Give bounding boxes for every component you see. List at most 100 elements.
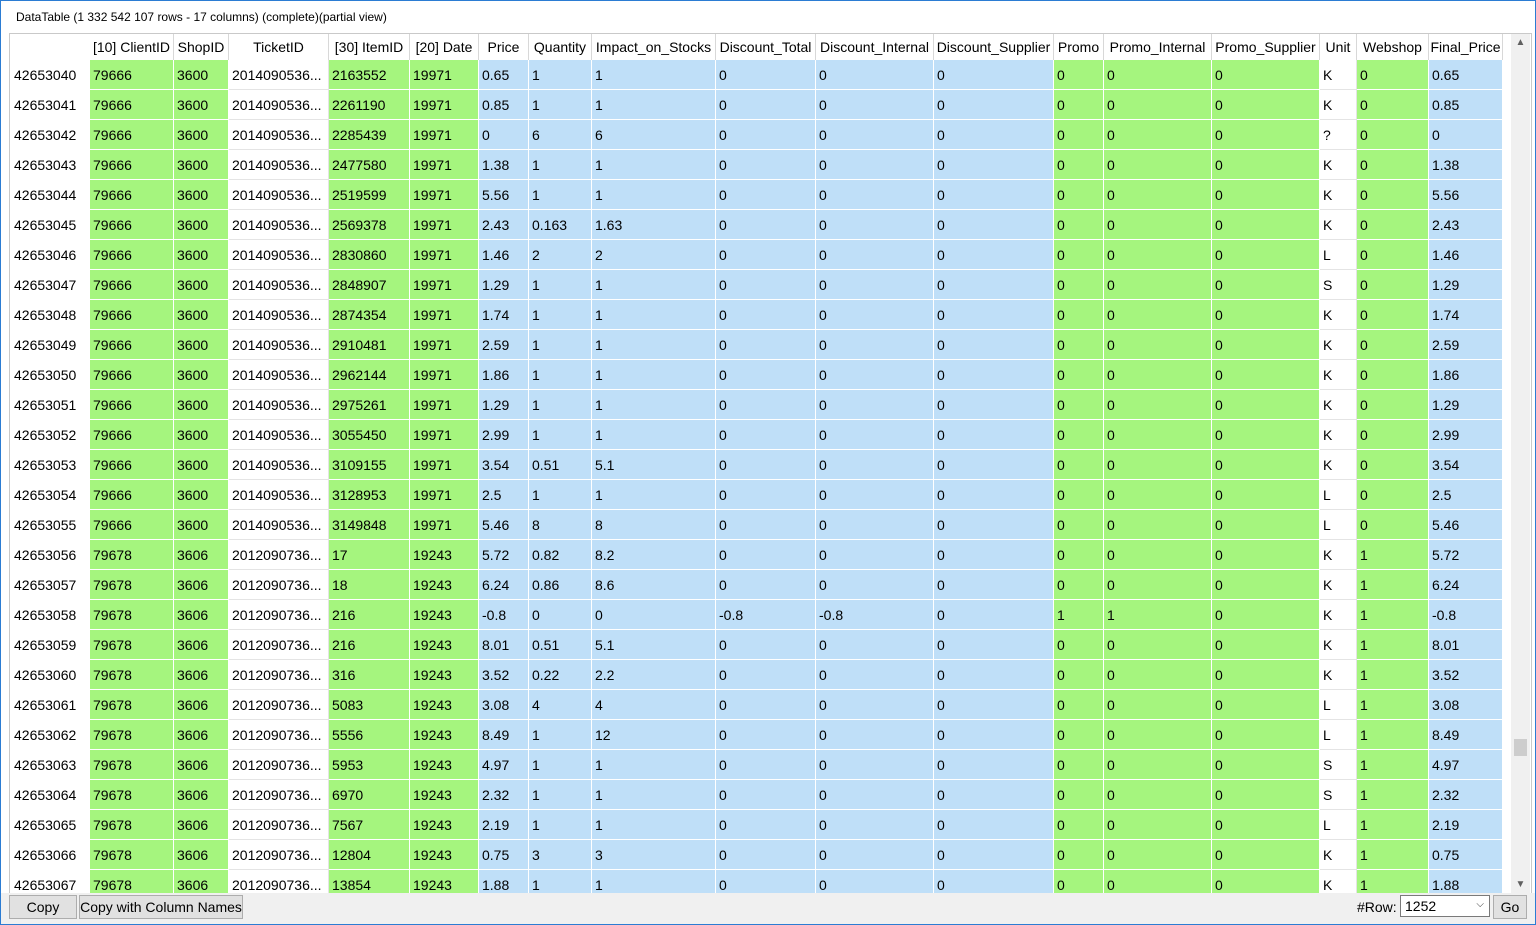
table-cell[interactable]: 3.52 [479, 660, 529, 690]
table-cell[interactable]: 1.29 [1429, 270, 1503, 300]
table-cell[interactable]: 79666 [90, 480, 174, 510]
table-cell[interactable]: 79678 [90, 720, 174, 750]
table-cell[interactable]: 19971 [410, 420, 479, 450]
table-cell[interactable]: 1 [592, 180, 716, 210]
table-cell[interactable]: 0 [934, 150, 1054, 180]
table-cell[interactable]: 0 [529, 600, 592, 630]
table-cell[interactable]: 0 [816, 840, 934, 870]
column-header[interactable]: Webshop [1357, 34, 1429, 60]
table-cell[interactable]: 0 [934, 210, 1054, 240]
table-cell[interactable]: 0 [934, 690, 1054, 720]
table-cell[interactable]: 0.65 [479, 60, 529, 90]
table-cell[interactable]: 3600 [174, 330, 229, 360]
table-cell[interactable]: 0.65 [1429, 60, 1503, 90]
table-cell[interactable]: 2830860 [329, 240, 410, 270]
table-cell[interactable]: 0 [934, 840, 1054, 870]
table-cell[interactable]: 2.99 [1429, 420, 1503, 450]
table-cell[interactable]: 0 [1357, 180, 1429, 210]
table-cell[interactable]: S [1320, 270, 1357, 300]
table-cell[interactable]: 0 [1212, 210, 1320, 240]
table-cell[interactable]: 1 [1357, 780, 1429, 810]
table-cell[interactable]: 0 [1054, 390, 1104, 420]
row-number[interactable]: 42653064 [10, 780, 90, 810]
table-cell[interactable]: 19243 [410, 870, 479, 893]
table-cell[interactable]: 0 [1357, 60, 1429, 90]
table-row[interactable]: 42653060 79678 3606 2012090736... 316 19243 3.… [10, 660, 1510, 690]
table-cell[interactable]: 2.99 [479, 420, 529, 450]
table-cell[interactable]: 0 [816, 660, 934, 690]
table-cell[interactable]: ? [1320, 120, 1357, 150]
table-cell[interactable]: 6.24 [1429, 570, 1503, 600]
table-cell[interactable]: 2 [592, 240, 716, 270]
table-cell[interactable]: 5953 [329, 750, 410, 780]
table-cell[interactable]: 0 [1104, 150, 1212, 180]
table-cell[interactable]: 79666 [90, 180, 174, 210]
table-cell[interactable]: 0 [716, 240, 816, 270]
table-cell[interactable]: 1.46 [1429, 240, 1503, 270]
table-cell[interactable]: 0 [1104, 60, 1212, 90]
table-cell[interactable]: 0 [1054, 720, 1104, 750]
table-cell[interactable]: 0 [816, 240, 934, 270]
table-cell[interactable]: 0 [1104, 360, 1212, 390]
row-number[interactable]: 42653055 [10, 510, 90, 540]
table-cell[interactable]: 19971 [410, 390, 479, 420]
table-cell[interactable]: 1 [1357, 570, 1429, 600]
column-header[interactable]: Discount_Internal [816, 34, 934, 60]
table-cell[interactable]: 2014090536... [229, 180, 329, 210]
table-cell[interactable]: 5.1 [592, 450, 716, 480]
table-cell[interactable]: 1 [1357, 870, 1429, 893]
row-number[interactable]: 42653050 [10, 360, 90, 390]
table-cell[interactable]: 3606 [174, 600, 229, 630]
table-cell[interactable]: 1.74 [1429, 300, 1503, 330]
column-header[interactable]: [10] ClientID [90, 34, 174, 60]
column-header[interactable]: Price [479, 34, 529, 60]
table-cell[interactable]: 0 [1104, 720, 1212, 750]
table-cell[interactable]: 0 [716, 690, 816, 720]
table-cell[interactable]: 0 [1212, 600, 1320, 630]
table-cell[interactable]: 2014090536... [229, 240, 329, 270]
table-cell[interactable]: 0 [934, 540, 1054, 570]
table-cell[interactable]: 1 [592, 480, 716, 510]
column-header[interactable]: Promo_Supplier [1212, 34, 1320, 60]
column-header[interactable]: [30] ItemID [329, 34, 410, 60]
table-cell[interactable]: 2848907 [329, 270, 410, 300]
table-cell[interactable]: L [1320, 480, 1357, 510]
table-row[interactable]: 42653063 79678 3606 2012090736... 5953 19243 4… [10, 750, 1510, 780]
table-cell[interactable]: 0 [934, 450, 1054, 480]
table-cell[interactable]: 0 [1054, 660, 1104, 690]
table-cell[interactable]: 0 [1104, 210, 1212, 240]
table-cell[interactable]: 0 [1212, 330, 1320, 360]
table-cell[interactable]: 0 [934, 420, 1054, 450]
chevron-down-icon[interactable]: ▼ [1511, 876, 1530, 893]
table-cell[interactable]: 1 [1357, 810, 1429, 840]
table-cell[interactable]: 0 [1104, 780, 1212, 810]
table-cell[interactable]: 0 [1212, 480, 1320, 510]
table-cell[interactable]: 3.54 [1429, 450, 1503, 480]
table-cell[interactable]: 3606 [174, 630, 229, 660]
table-cell[interactable]: 0 [716, 450, 816, 480]
table-cell[interactable]: 0 [1212, 90, 1320, 120]
table-cell[interactable]: 3128953 [329, 480, 410, 510]
table-cell[interactable]: 3600 [174, 210, 229, 240]
table-cell[interactable]: 1 [592, 150, 716, 180]
table-cell[interactable]: 79666 [90, 240, 174, 270]
table-cell[interactable]: 0 [1054, 690, 1104, 720]
table-cell[interactable]: 0 [716, 210, 816, 240]
table-cell[interactable]: 0 [716, 90, 816, 120]
table-cell[interactable]: 8.6 [592, 570, 716, 600]
table-cell[interactable]: 0 [1104, 270, 1212, 300]
table-cell[interactable]: 0 [1054, 270, 1104, 300]
table-cell[interactable]: 0 [816, 150, 934, 180]
table-cell[interactable]: 6 [592, 120, 716, 150]
table-cell[interactable]: K [1320, 390, 1357, 420]
table-cell[interactable]: 2910481 [329, 330, 410, 360]
table-cell[interactable]: 0.85 [479, 90, 529, 120]
table-cell[interactable]: 1.86 [1429, 360, 1503, 390]
table-cell[interactable]: 2014090536... [229, 120, 329, 150]
table-cell[interactable]: 3149848 [329, 510, 410, 540]
table-cell[interactable]: 3606 [174, 720, 229, 750]
table-cell[interactable]: 2012090736... [229, 570, 329, 600]
table-cell[interactable]: 0 [1212, 570, 1320, 600]
table-cell[interactable]: 3600 [174, 300, 229, 330]
table-cell[interactable]: 5083 [329, 690, 410, 720]
